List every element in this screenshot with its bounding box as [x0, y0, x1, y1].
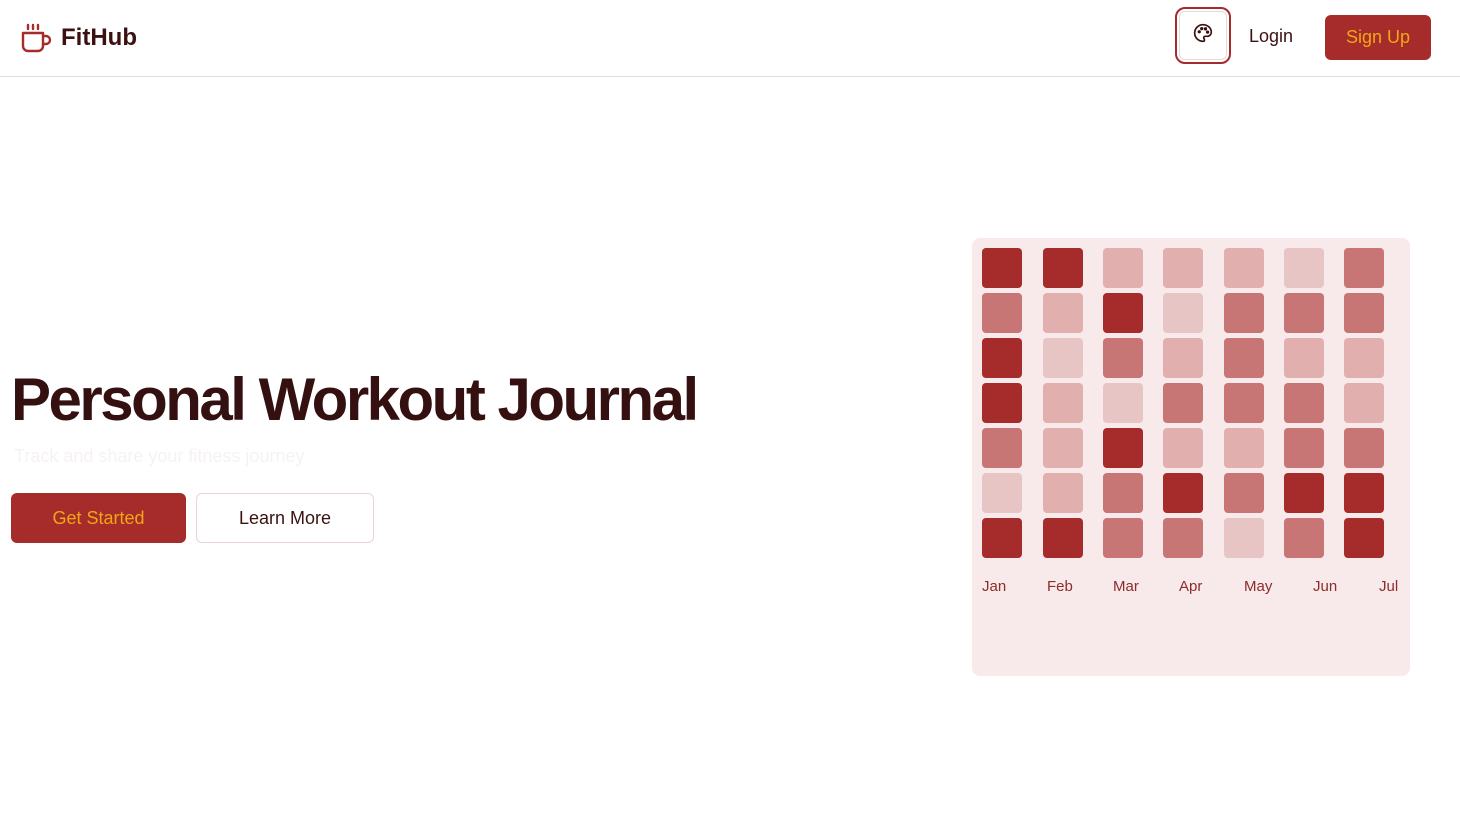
heatmap-cell[interactable] — [1344, 518, 1384, 558]
heatmap-cell[interactable] — [1224, 473, 1264, 513]
heatmap-cell[interactable] — [1043, 518, 1083, 558]
heatmap-cell[interactable] — [1043, 293, 1083, 333]
heatmap-cell[interactable] — [1103, 473, 1143, 513]
heatmap-cell[interactable] — [1344, 383, 1384, 423]
heatmap-cell[interactable] — [1284, 428, 1324, 468]
heatmap-cell[interactable] — [982, 518, 1022, 558]
heatmap-cell[interactable] — [1344, 473, 1384, 513]
workout-heatmap: Jan Feb Mar Apr May Jun Jul — [972, 238, 1410, 676]
heatmap-cell[interactable] — [1224, 338, 1264, 378]
heatmap-cell[interactable] — [1344, 293, 1384, 333]
heatmap-cell[interactable] — [1284, 248, 1324, 288]
heatmap-cell[interactable] — [1284, 518, 1324, 558]
theme-toggle-button[interactable] — [1175, 7, 1231, 64]
heatmap-cell[interactable] — [1284, 293, 1324, 333]
heatmap-cell[interactable] — [1043, 248, 1083, 288]
hero-subtitle: Track and share your fitness journey — [14, 446, 305, 466]
login-link[interactable]: Login — [1249, 26, 1293, 47]
heatmap-cell[interactable] — [1163, 383, 1203, 423]
month-label: Jul — [1379, 578, 1399, 595]
heatmap-cell[interactable] — [982, 428, 1022, 468]
heatmap-cell[interactable] — [1163, 293, 1203, 333]
heatmap-cell[interactable] — [1043, 473, 1083, 513]
heatmap-cell[interactable] — [1284, 338, 1324, 378]
heatmap-cell[interactable] — [1163, 518, 1203, 558]
heatmap-cell[interactable] — [1103, 518, 1143, 558]
heatmap-cell[interactable] — [982, 293, 1022, 333]
get-started-button[interactable]: Get Started — [11, 493, 186, 543]
heatmap-cell[interactable] — [1163, 473, 1203, 513]
month-label: May — [1244, 578, 1273, 595]
month-label: Jan — [982, 578, 1007, 595]
heatmap-cell[interactable] — [1103, 428, 1143, 468]
heatmap-cell[interactable] — [1103, 383, 1143, 423]
heatmap-cell[interactable] — [1284, 473, 1324, 513]
heatmap-cell[interactable] — [1163, 338, 1203, 378]
palette-icon — [1193, 23, 1213, 48]
heatmap-cell[interactable] — [1344, 428, 1384, 468]
top-navbar: FitHub Login Sign Up — [0, 0, 1460, 77]
heatmap-cell[interactable] — [1344, 338, 1384, 378]
brand-logo[interactable]: FitHub — [20, 18, 137, 58]
heatmap-cell[interactable] — [1344, 248, 1384, 288]
month-label: Mar — [1113, 578, 1139, 595]
coffee-cup-icon — [20, 22, 52, 54]
heatmap-cell[interactable] — [1224, 248, 1264, 288]
heatmap-cell[interactable] — [1103, 338, 1143, 378]
heatmap-cell[interactable] — [1103, 248, 1143, 288]
heatmap-cell[interactable] — [1043, 383, 1083, 423]
heatmap-cell[interactable] — [1043, 338, 1083, 378]
heatmap-cell[interactable] — [1163, 248, 1203, 288]
heatmap-cell[interactable] — [1103, 293, 1143, 333]
heatmap-cell[interactable] — [1224, 293, 1264, 333]
hero-title: Personal Workout Journal — [11, 366, 699, 433]
heatmap-cell[interactable] — [982, 473, 1022, 513]
month-label: Feb — [1047, 578, 1073, 595]
heatmap-cell[interactable] — [1224, 518, 1264, 558]
signup-button[interactable]: Sign Up — [1325, 15, 1431, 60]
heatmap-cell[interactable] — [982, 383, 1022, 423]
heatmap-cell[interactable] — [1163, 428, 1203, 468]
brand-name: FitHub — [61, 24, 137, 51]
heatmap-cell[interactable] — [1224, 428, 1264, 468]
month-label: Apr — [1179, 578, 1203, 595]
month-label: Jun — [1313, 578, 1338, 595]
heatmap-cell[interactable] — [1043, 428, 1083, 468]
heatmap-cell[interactable] — [1284, 383, 1324, 423]
heatmap-cell[interactable] — [982, 248, 1022, 288]
heatmap-cell[interactable] — [1224, 383, 1264, 423]
heatmap-cell[interactable] — [982, 338, 1022, 378]
learn-more-button[interactable]: Learn More — [196, 493, 374, 543]
